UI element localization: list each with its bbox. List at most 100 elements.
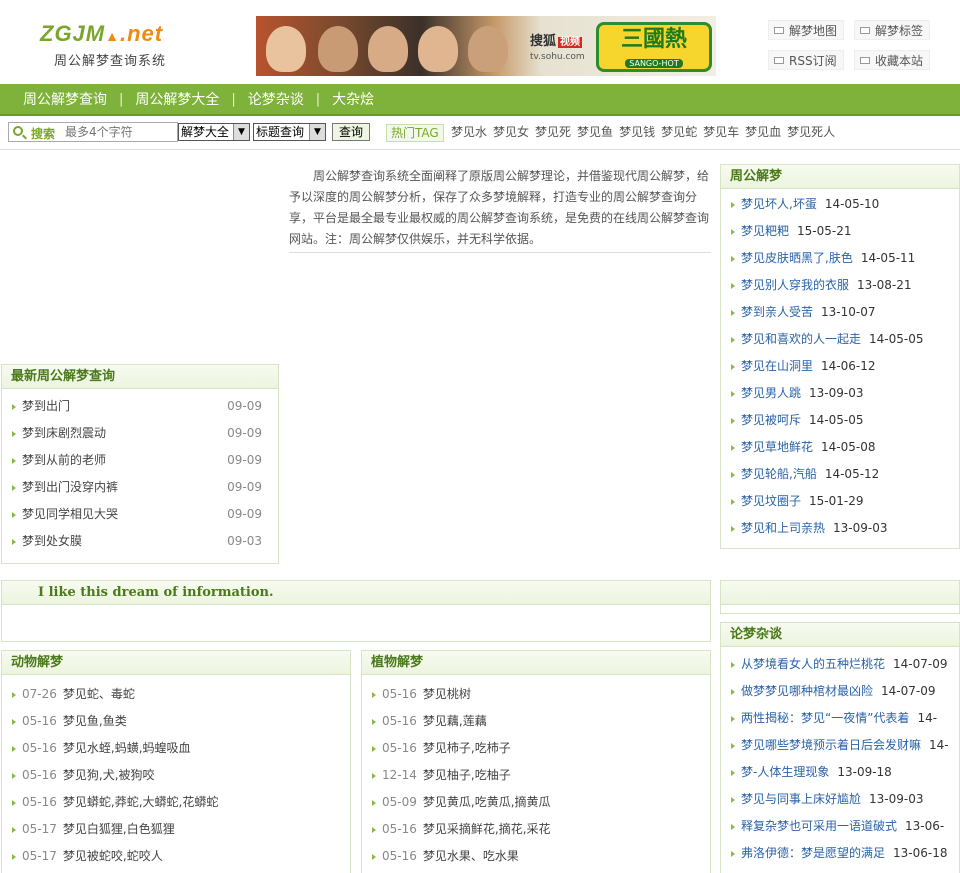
list-item[interactable]: 梦见皮肤晒黑了,肤色 14-05-11 (721, 245, 959, 272)
panel-title: 动物解梦 (2, 651, 350, 675)
list-item[interactable]: 梦见与同事上床好尴尬 13-09-03 (721, 786, 959, 813)
bullet-icon (372, 773, 376, 779)
list-item[interactable]: 梦见男人跳 13-09-03 (721, 380, 959, 407)
bullet-icon (12, 773, 16, 779)
list-item[interactable]: 梦见和喜欢的人一起走 14-05-05 (721, 326, 959, 353)
tag-link[interactable]: 梦见钱 (619, 123, 655, 141)
list-item[interactable]: 梦见别人穿我的衣服 13-08-21 (721, 272, 959, 299)
list-item[interactable]: 05-17 梦见被蛇咬,蛇咬人 (2, 843, 350, 870)
tag-link[interactable]: 梦见死 (535, 123, 571, 141)
dream-talk-panel: 论梦杂谈 从梦境看女人的五种烂桃花 14-07-09 做梦梦见哪种棺材最凶险 14-… (720, 622, 960, 873)
tag-link[interactable]: 梦见车 (703, 123, 739, 141)
list-item[interactable]: 做梦梦见哪种棺材最凶险 14-07-09 (721, 678, 959, 705)
bookmark-link[interactable]: 收藏本站 (854, 50, 931, 70)
list-item[interactable]: 梦见被呵斥 14-05-05 (721, 407, 959, 434)
list-item[interactable]: 05-16 梦见藕,莲藕 (362, 708, 710, 735)
plant-list: 05-16 梦见桃树 05-16 梦见藕,莲藕 05-16 梦见柿子,吃柿子 12-1… (362, 675, 710, 870)
tag-link[interactable]: 梦见水 (451, 123, 487, 141)
list-item[interactable]: 梦到出门没穿内裤 09-09 (2, 474, 278, 501)
latest-list: 梦到出门 09-09 梦到床剧烈震动 09-09 梦到从前的老师 09-09 梦到出门… (2, 389, 278, 555)
chevron-down-icon: ▼ (309, 124, 325, 140)
list-item[interactable]: 05-16 梦见柿子,吃柿子 (362, 735, 710, 762)
list-item[interactable]: 05-17 梦见白狐狸,白色狐狸 (2, 816, 350, 843)
tag-link[interactable]: 梦见蛇 (661, 123, 697, 141)
list-item[interactable]: 05-16 梦见水蛭,蚂蟥,蚂蝗吸血 (2, 735, 350, 762)
list-item[interactable]: 梦见哪些梦境预示着日后会发财嘛 14- (721, 732, 959, 759)
bullet-icon (731, 716, 735, 722)
nav-separator: | (119, 92, 124, 107)
tag-link[interactable]: 梦见血 (745, 123, 781, 141)
list-item[interactable]: 05-16 梦见鱼,鱼类 (2, 708, 350, 735)
bullet-icon (372, 692, 376, 698)
main-nav: 周公解梦查询 | 周公解梦大全 | 论梦杂谈 | 大杂烩 (0, 84, 960, 116)
nav-item-encyclopedia[interactable]: 周公解梦大全 (135, 84, 219, 116)
list-item[interactable]: 梦见轮船,汽船 14-05-12 (721, 461, 959, 488)
tag-link[interactable]: 梦见死人 (787, 123, 835, 141)
bullet-icon (12, 854, 16, 860)
logo-text: ZGJM (40, 21, 106, 46)
bullet-icon (12, 404, 16, 410)
list-item[interactable]: 从梦境看女人的五种烂桃花 14-07-09 (721, 651, 959, 678)
banner-actors-image (256, 16, 512, 76)
list-item[interactable]: 12-14 梦见柚子,吃柚子 (362, 762, 710, 789)
list-item[interactable]: 梦见坏人,坏蛋 14-05-10 (721, 191, 959, 218)
list-item[interactable]: 05-16 梦见采摘鲜花,摘花,采花 (362, 816, 710, 843)
sohu-url: tv.sohu.com (530, 52, 585, 62)
list-item[interactable]: 释复杂梦也可采用一语道破式 13-06- (721, 813, 959, 840)
bullet-icon (12, 719, 16, 725)
tag-link[interactable]: 梦见鱼 (577, 123, 613, 141)
dream-tags-link[interactable]: 解梦标签 (854, 20, 931, 40)
bullet-icon (12, 746, 16, 752)
tag-link[interactable]: 梦见女 (493, 123, 529, 141)
bookmark-icon (860, 57, 870, 64)
bullet-icon (731, 797, 735, 803)
rss-link[interactable]: RSS订阅 (768, 50, 844, 70)
bullet-icon (372, 854, 376, 860)
list-item[interactable]: 05-09 梦见黄瓜,吃黄瓜,摘黄瓜 (362, 789, 710, 816)
list-item[interactable]: 梦到处女膜 09-03 (2, 528, 278, 555)
bullet-icon (12, 539, 16, 545)
nav-item-query[interactable]: 周公解梦查询 (23, 84, 107, 116)
nav-separator: | (231, 92, 236, 107)
animal-dreams-panel: 动物解梦 07-26 梦见蛇、毒蛇 05-16 梦见鱼,鱼类 05-16 梦见水蛭,蚂… (1, 650, 351, 873)
category-select[interactable]: 解梦大全 ▼ (178, 123, 250, 141)
list-item[interactable]: 梦到床剧烈震动 09-09 (2, 420, 278, 447)
bullet-icon (12, 485, 16, 491)
tag-icon (860, 27, 870, 34)
list-item[interactable]: 梦到亲人受苦 13-10-07 (721, 299, 959, 326)
list-item[interactable]: 05-16 梦见桃树 (362, 681, 710, 708)
site-logo[interactable]: ZGJM▲.net 周公解梦查询系统 (40, 22, 166, 69)
logo-net: .net (119, 21, 164, 46)
bullet-icon (372, 827, 376, 833)
list-item[interactable]: 两性揭秘：梦见“一夜情”代表着 14- (721, 705, 959, 732)
list-item[interactable]: 梦见在山洞里 14-06-12 (721, 353, 959, 380)
plant-dreams-panel: 植物解梦 05-16 梦见桃树 05-16 梦见藕,莲藕 05-16 梦见柿子,吃柿子… (361, 650, 711, 873)
list-item[interactable]: 梦见草地鲜花 14-05-08 (721, 434, 959, 461)
site-intro: 周公解梦查询系统全面阐释了原版周公解梦理论，并借鉴现代周公解梦，给予以深度的周公… (289, 164, 711, 253)
list-item[interactable]: 梦见和上司亲热 13-09-03 (721, 515, 959, 542)
dream-map-link[interactable]: 解梦地图 (768, 20, 845, 40)
list-item[interactable]: 05-16 梦见狗,犬,被狗咬 (2, 762, 350, 789)
nav-item-misc[interactable]: 大杂烩 (332, 84, 374, 116)
list-item[interactable]: 07-26 梦见蛇、毒蛇 (2, 681, 350, 708)
bullet-icon (731, 283, 735, 289)
list-item[interactable]: 梦见粑粑 15-05-21 (721, 218, 959, 245)
list-item[interactable]: 梦到出门 09-09 (2, 393, 278, 420)
list-item[interactable]: 梦见坟圈子 15-01-29 (721, 488, 959, 515)
search-input[interactable] (65, 124, 175, 140)
list-item[interactable]: 05-16 梦见蟒蛇,莽蛇,大蟒蛇,花蟒蛇 (2, 789, 350, 816)
rss-icon (774, 57, 784, 64)
bullet-icon (731, 256, 735, 262)
dream-talk-list: 从梦境看女人的五种烂桃花 14-07-09 做梦梦见哪种棺材最凶险 14-07-09… (721, 647, 959, 867)
banner-ad[interactable]: 搜狐 视频 tv.sohu.com 三國熱 SANGO-HOT (256, 16, 716, 76)
nav-item-talk[interactable]: 论梦杂谈 (248, 84, 304, 116)
list-item[interactable]: 梦见同学相见大哭 09-09 (2, 501, 278, 528)
logo-subtitle: 周公解梦查询系统 (54, 53, 167, 68)
bullet-icon (12, 692, 16, 698)
list-item[interactable]: 05-16 梦见水果、吃水果 (362, 843, 710, 870)
query-type-select[interactable]: 标题查询 ▼ (253, 123, 326, 141)
list-item[interactable]: 弗洛伊德：梦是愿望的满足 13-06-18 (721, 840, 959, 867)
query-button[interactable]: 查询 (332, 123, 370, 141)
list-item[interactable]: 梦到从前的老师 09-09 (2, 447, 278, 474)
list-item[interactable]: 梦-人体生理现象 13-09-18 (721, 759, 959, 786)
